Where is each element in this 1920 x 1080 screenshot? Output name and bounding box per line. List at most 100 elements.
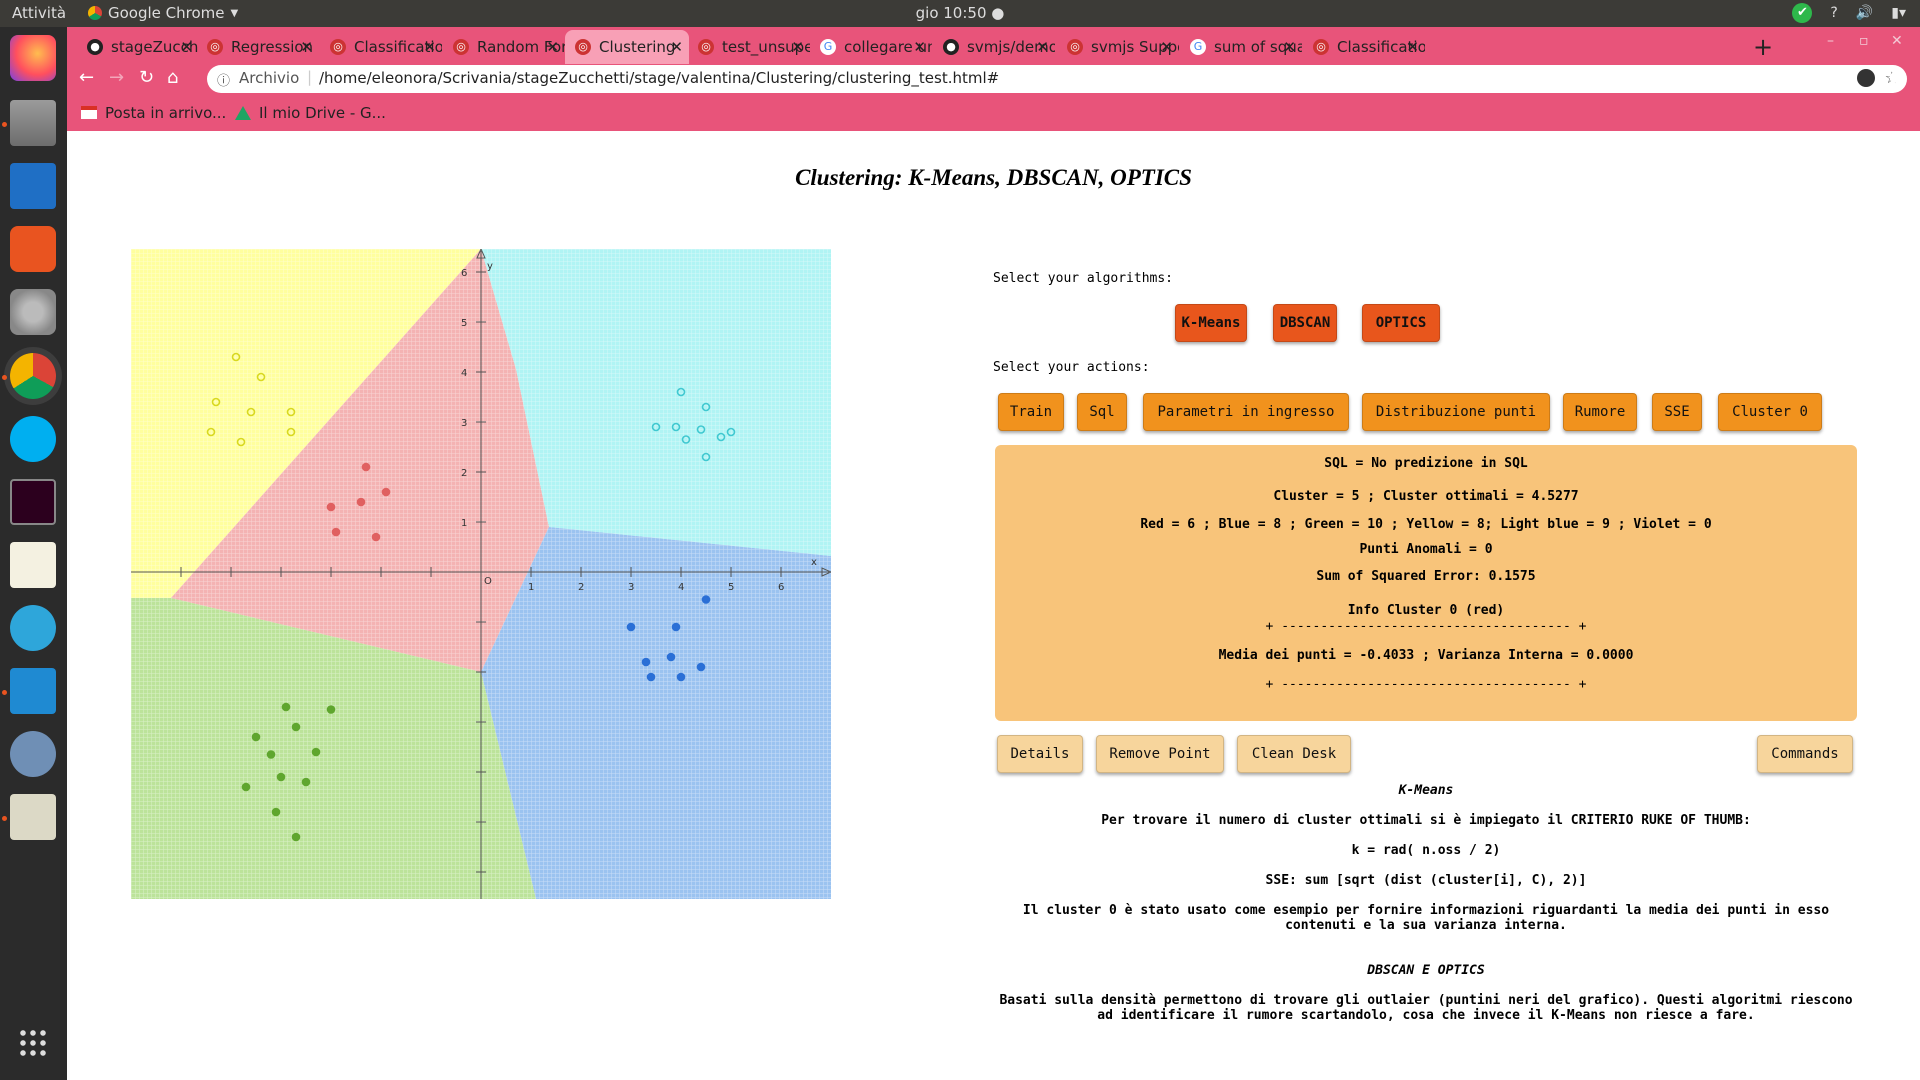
- data-point-blue: [701, 595, 711, 604]
- stats-text: Media dei punti = -0.4033 ; Varianza Int…: [1218, 648, 1634, 663]
- menu-icon[interactable]: ●: [1889, 69, 1901, 85]
- data-point-green: [251, 732, 261, 742]
- tab-close-icon[interactable]: ✕: [546, 38, 559, 56]
- tab-close-icon[interactable]: ✕: [791, 38, 804, 56]
- text-editor-icon[interactable]: [10, 542, 56, 588]
- profile-avatar[interactable]: [1857, 69, 1875, 87]
- algo-button-kmeans[interactable]: K-Means: [1175, 304, 1247, 342]
- chrome-page-icon: ◎: [575, 39, 591, 55]
- tab-close-icon[interactable]: ✕: [670, 38, 683, 56]
- commands-button[interactable]: Commands: [1757, 735, 1853, 773]
- tab-9[interactable]: ◎ svmjs Suppo ✕: [1057, 30, 1179, 64]
- x-tick-label: 6: [778, 582, 784, 593]
- telegram-icon[interactable]: [10, 605, 56, 651]
- browser-chrome: ● stageZucche ✕ ◎ Regression ✕ ◎ Classificatio ✕…: [67, 27, 1920, 131]
- sse-text: Sum of Squared Error: 0.1575: [1316, 569, 1536, 584]
- action-button-rumore[interactable]: Rumore: [1563, 393, 1637, 431]
- new-tab-button[interactable]: +: [1753, 33, 1773, 61]
- action-button-sql[interactable]: Sql: [1077, 393, 1127, 431]
- update-ok-icon[interactable]: ✔: [1792, 3, 1813, 23]
- separator-top: + ------------------------------------- …: [1265, 619, 1587, 634]
- r-icon[interactable]: [10, 731, 56, 777]
- security-badge[interactable]: Archivio: [239, 69, 299, 87]
- tab-11[interactable]: ◎ Classificatio ✕: [1303, 30, 1425, 64]
- github-icon: ●: [943, 39, 959, 55]
- activities-button[interactable]: Attività: [12, 4, 66, 22]
- image-viewer-icon[interactable]: [10, 794, 56, 840]
- action-button-cluster-0[interactable]: Cluster 0: [1718, 393, 1822, 431]
- app-menu[interactable]: Google Chrome ▼: [88, 4, 238, 22]
- close-window-icon[interactable]: ✕: [1891, 33, 1903, 49]
- details-button[interactable]: Details: [997, 735, 1083, 773]
- system-tray[interactable]: ✔ ? 🔊 ▮▾: [1792, 3, 1906, 23]
- chrome-dock-icon[interactable]: [10, 353, 56, 399]
- action-button-parametri-in-ingresso[interactable]: Parametri in ingresso: [1143, 393, 1349, 431]
- skype-icon[interactable]: [10, 416, 56, 462]
- files-icon[interactable]: [10, 100, 56, 146]
- tab-1[interactable]: ● stageZucche ✕: [77, 30, 199, 64]
- tab-close-icon[interactable]: ✕: [423, 38, 436, 56]
- bookmark-drive[interactable]: Il mio Drive - G...: [259, 104, 386, 122]
- tab-close-icon[interactable]: ✕: [1036, 38, 1049, 56]
- show-apps-icon[interactable]: [18, 1028, 48, 1058]
- software-center-icon[interactable]: [10, 226, 56, 272]
- forward-icon[interactable]: →: [109, 67, 124, 88]
- volume-icon[interactable]: 🔊: [1856, 5, 1873, 21]
- google-icon: G: [1190, 39, 1206, 55]
- bookmark-gmail[interactable]: Posta in arrivo...: [105, 104, 226, 122]
- clock[interactable]: gio 10:50 ●: [916, 4, 1005, 22]
- writer-icon[interactable]: [10, 163, 56, 209]
- action-button-sse[interactable]: SSE: [1652, 393, 1702, 431]
- vscode-icon[interactable]: [10, 668, 56, 714]
- chrome-icon: [88, 6, 102, 20]
- kmeans-title: K-Means: [1398, 783, 1454, 798]
- url-text[interactable]: /home/eleonora/Scrivania/stageZucchetti/…: [319, 69, 999, 87]
- battery-icon[interactable]: ▮▾: [1891, 5, 1906, 21]
- action-button-train[interactable]: Train: [998, 393, 1064, 431]
- page-title: Clustering: K-Means, DBSCAN, OPTICS: [795, 165, 1192, 190]
- x-tick-label: 2: [578, 582, 584, 593]
- extension-icon[interactable]: ▣: [1811, 69, 1824, 85]
- google-icon: G: [820, 39, 836, 55]
- action-button-distribuzione-punti[interactable]: Distribuzione punti: [1362, 393, 1550, 431]
- data-point-blue: [671, 622, 681, 632]
- back-icon[interactable]: ←: [79, 67, 94, 88]
- cluster-plot[interactable]: 1 2 3 4 5 6 1 2 3 4 5 6 Ox y: [131, 249, 831, 899]
- tab-close-icon[interactable]: ✕: [1160, 38, 1173, 56]
- maximize-icon[interactable]: ▫: [1859, 33, 1869, 49]
- algo-button-dbscan[interactable]: DBSCAN: [1273, 304, 1337, 342]
- home-icon[interactable]: ⌂: [167, 67, 178, 88]
- dock: [0, 27, 67, 1080]
- tab-4[interactable]: ◎ Random For ✕: [443, 30, 565, 64]
- info-icon[interactable]: ⓘ: [217, 70, 230, 89]
- data-point-red: [371, 532, 381, 542]
- tab-6[interactable]: ◎ test_unsupe ✕: [688, 30, 810, 64]
- address-bar[interactable]: ⓘ Archivio | /home/eleonora/Scrivania/st…: [207, 65, 1907, 93]
- sse-result: Sum of Squared Error: 0.1575: [995, 569, 1857, 584]
- tab-close-icon[interactable]: ✕: [300, 38, 313, 56]
- minimize-icon[interactable]: –: [1827, 33, 1834, 49]
- chrome-page-icon: ◎: [698, 39, 714, 55]
- tab-8[interactable]: ● svmjs/demo ✕: [933, 30, 1055, 64]
- help-icon[interactable]: ?: [1830, 5, 1837, 21]
- terminal-icon[interactable]: [10, 479, 56, 525]
- tab-5[interactable]: ◎ Clustering ✕: [565, 30, 689, 64]
- firefox-icon[interactable]: [10, 35, 56, 81]
- kmeans-formula: k = rad( n.oss / 2): [1351, 843, 1501, 858]
- tab-7[interactable]: Gcollegare un ✕: [810, 30, 932, 64]
- clean-desk-button[interactable]: Clean Desk: [1237, 735, 1351, 773]
- tab-close-icon[interactable]: ✕: [180, 38, 193, 56]
- tab-close-icon[interactable]: ✕: [913, 38, 926, 56]
- tab-close-icon[interactable]: ✕: [1283, 38, 1296, 56]
- tab-10[interactable]: Gsum of squa ✕: [1180, 30, 1302, 64]
- chrome-page-icon: ◎: [1313, 39, 1329, 55]
- algo-button-optics[interactable]: OPTICS: [1362, 304, 1440, 342]
- tab-2[interactable]: ◎ Regression ✕: [197, 30, 319, 64]
- data-point-blue: [666, 652, 676, 662]
- remove-point-button[interactable]: Remove Point: [1096, 735, 1224, 773]
- reload-icon[interactable]: ↻: [139, 67, 154, 88]
- tab-3[interactable]: ◎ Classificatio ✕: [320, 30, 442, 64]
- settings-icon[interactable]: [10, 289, 56, 335]
- tab-close-icon[interactable]: ✕: [1406, 38, 1419, 56]
- data-point-blue: [696, 662, 706, 672]
